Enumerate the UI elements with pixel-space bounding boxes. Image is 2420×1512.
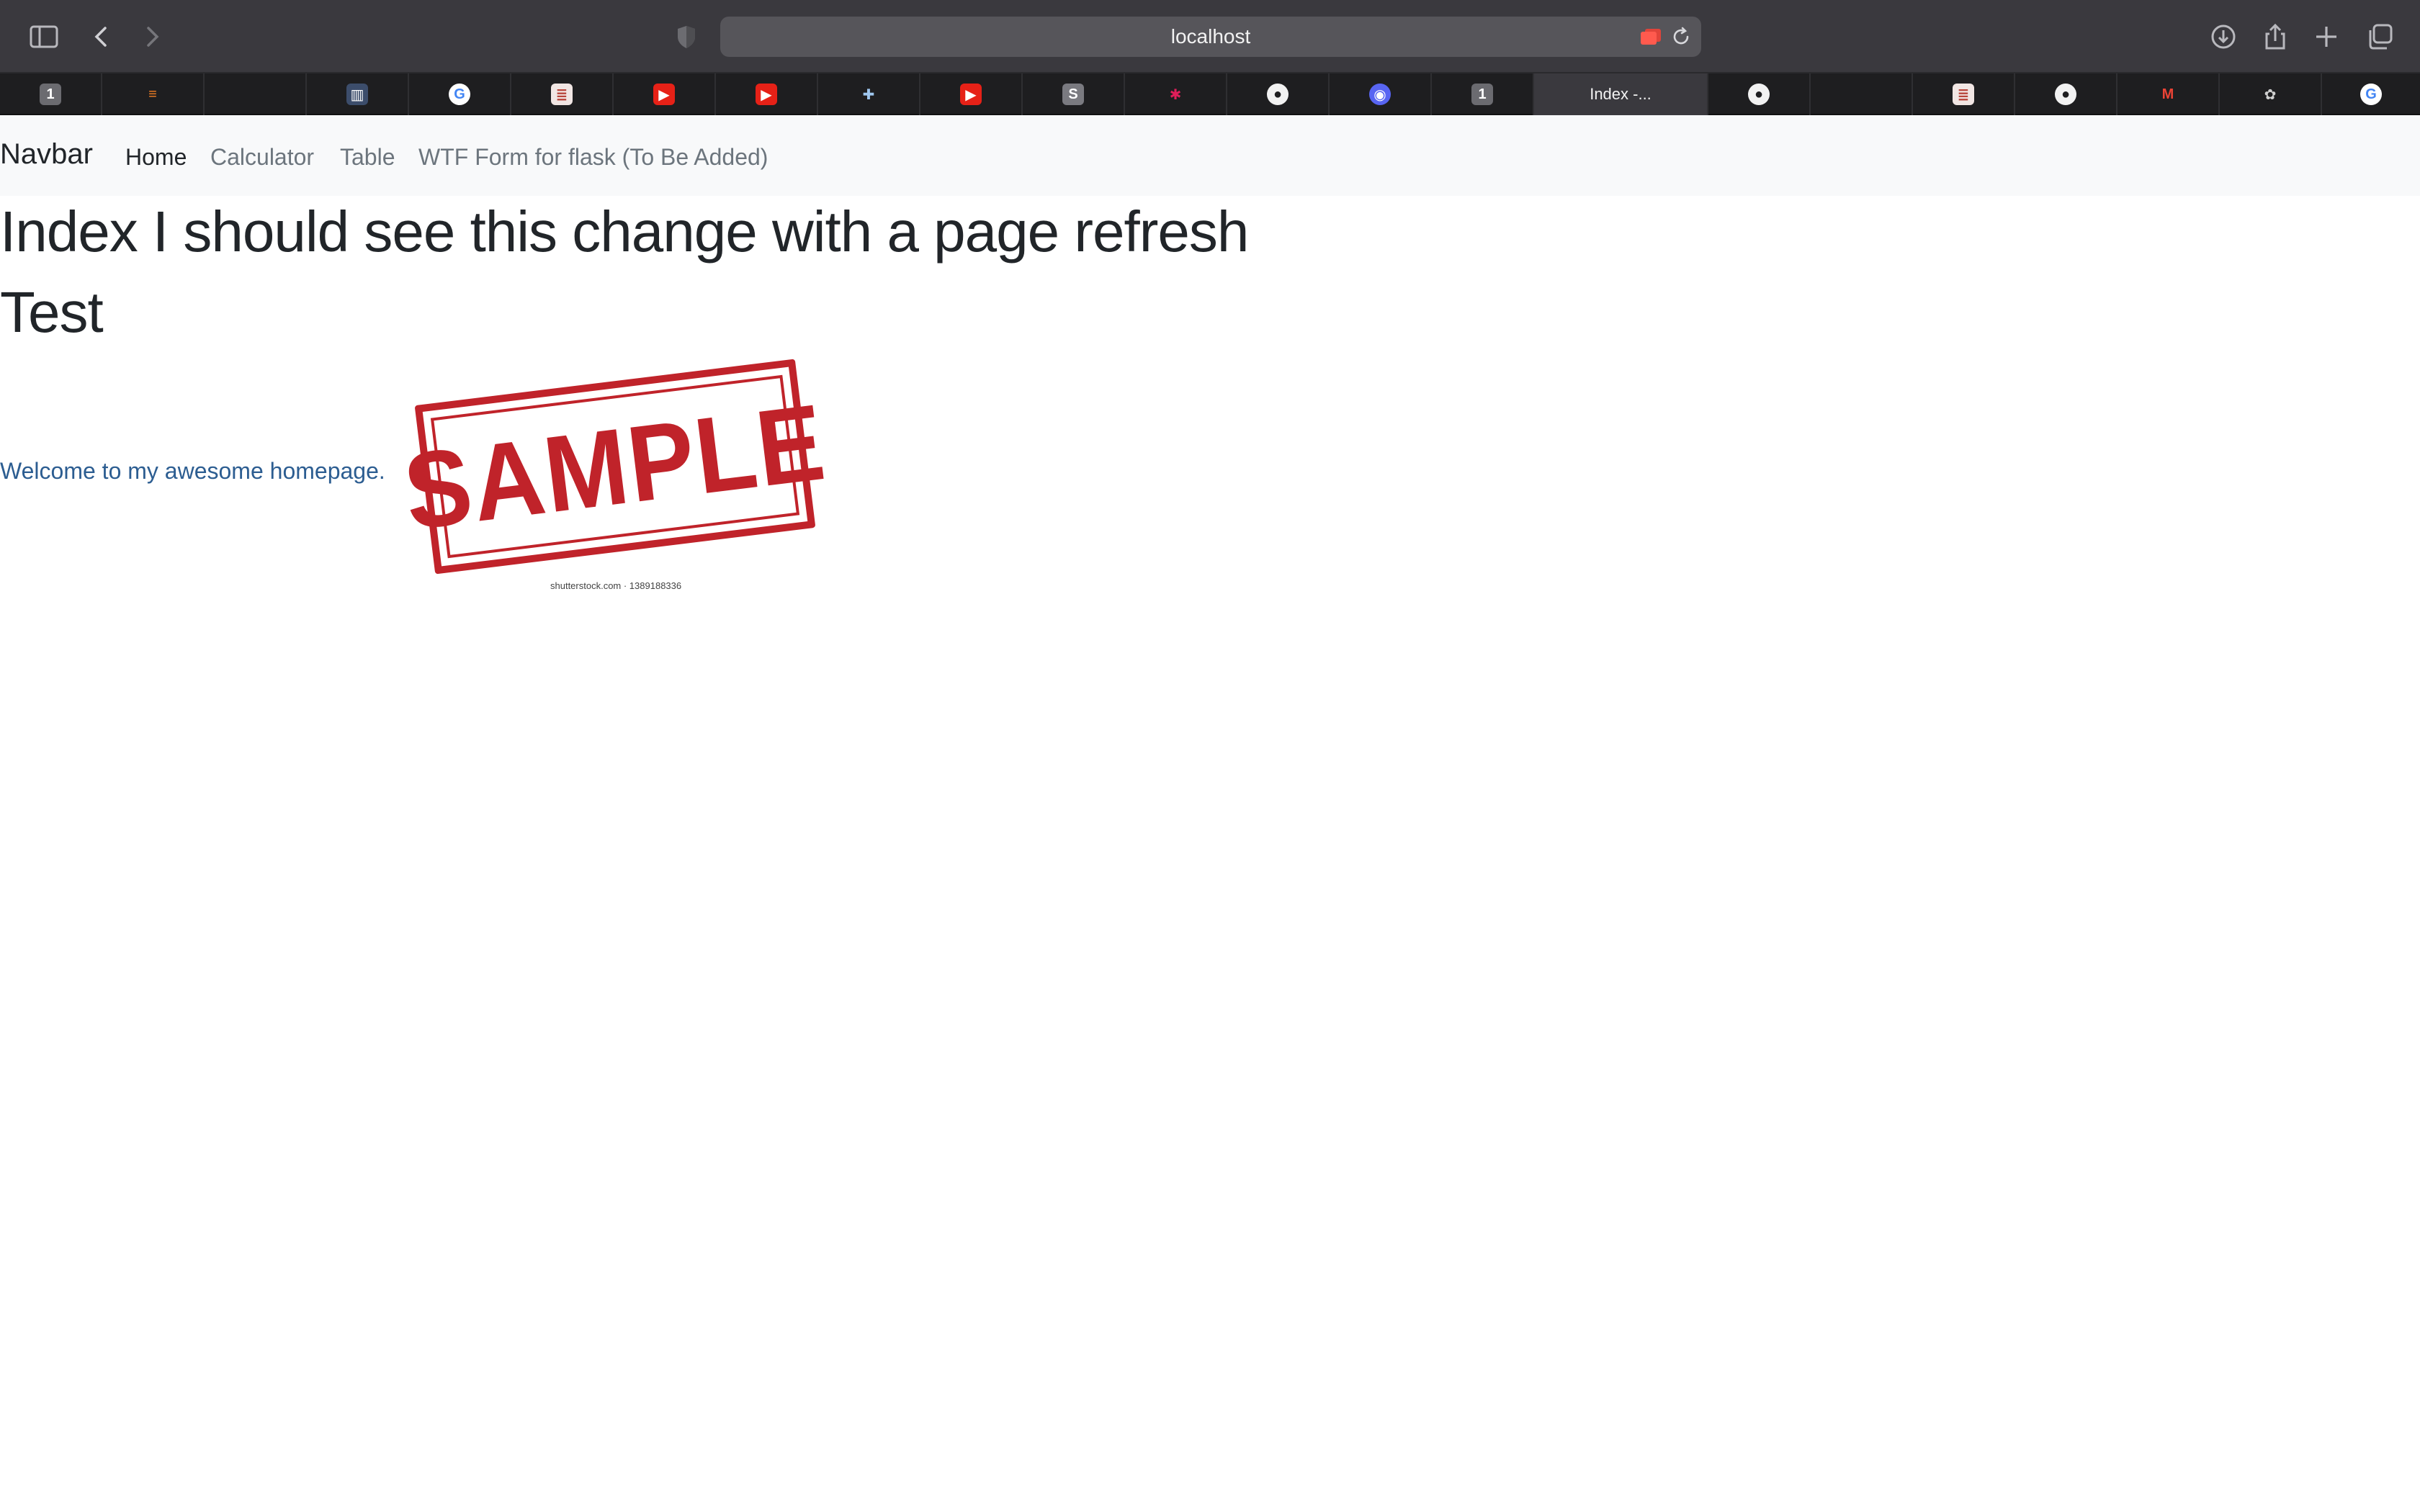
slack-icon: ✱ bbox=[1169, 86, 1182, 103]
tab[interactable]: ▥ bbox=[307, 73, 409, 115]
tab[interactable]: S bbox=[1023, 73, 1125, 115]
new-tab-icon[interactable] bbox=[2307, 17, 2346, 56]
stamp-text: SAMPLE bbox=[398, 380, 833, 552]
address-bar[interactable]: localhost bbox=[720, 17, 1701, 57]
forward-icon[interactable] bbox=[133, 17, 171, 56]
back-icon[interactable] bbox=[82, 17, 121, 56]
screen-recording-icon[interactable] bbox=[1639, 27, 1662, 46]
google-icon: G bbox=[2360, 84, 2382, 105]
active-tab-title: Index -... bbox=[1590, 85, 1652, 103]
tab[interactable]: M bbox=[2118, 73, 2220, 115]
downloads-icon[interactable] bbox=[2204, 17, 2243, 56]
gmail-icon: M bbox=[2161, 86, 2174, 102]
github-icon: ● bbox=[1267, 84, 1289, 105]
youtube-icon: ▶ bbox=[756, 84, 777, 105]
stamp-caption: shutterstock.com · 1389188336 bbox=[550, 580, 682, 591]
youtube-icon: ▶ bbox=[653, 84, 675, 105]
sample-stamp-image: SAMPLE bbox=[398, 359, 832, 575]
site-navbar: Navbar Home Calculator Table WTF Form fo… bbox=[0, 115, 2420, 196]
nyu-icon: ≣ bbox=[1953, 84, 1974, 105]
nav-link-calculator[interactable]: Calculator bbox=[210, 144, 314, 171]
tab[interactable]: ≡ bbox=[102, 73, 205, 115]
openai-icon: ✿ bbox=[2264, 86, 2277, 103]
columns-icon: ▥ bbox=[346, 84, 368, 105]
welcome-text: Welcome to my awesome homepage. bbox=[0, 458, 385, 484]
google-icon: G bbox=[449, 84, 470, 105]
navbar-brand[interactable]: Navbar bbox=[0, 138, 93, 171]
stamp-frame: SAMPLE bbox=[398, 359, 832, 575]
page-heading: Index I should see this change with a pa… bbox=[0, 199, 1249, 264]
tab-bar: 1 ≡ ▥ G ≣ ▶ ▶ ✚ ▶ S ✱ ● ◉ 1 Index -... ●… bbox=[0, 73, 2420, 115]
url-text[interactable]: localhost bbox=[720, 17, 1701, 57]
tab[interactable]: ● bbox=[1708, 73, 1811, 115]
tab[interactable]: ▶ bbox=[920, 73, 1023, 115]
nav-link-wtf-form[interactable]: WTF Form for flask (To Be Added) bbox=[418, 144, 768, 171]
stackoverflow-icon: ≡ bbox=[148, 86, 157, 102]
onepassword-icon: 1 bbox=[1471, 84, 1493, 105]
tab[interactable]: G bbox=[409, 73, 511, 115]
youtube-icon: ▶ bbox=[960, 84, 982, 105]
reload-icon[interactable] bbox=[1670, 25, 1693, 48]
tab[interactable]: ▶ bbox=[716, 73, 818, 115]
share-icon[interactable] bbox=[2256, 17, 2295, 56]
tab[interactable]: ▶ bbox=[614, 73, 716, 115]
tab[interactable]: 1 bbox=[1432, 73, 1534, 115]
tab[interactable] bbox=[1811, 73, 1913, 115]
github-icon: ● bbox=[1748, 84, 1770, 105]
tab[interactable]: ✱ bbox=[1125, 73, 1227, 115]
discord-icon: ◉ bbox=[1369, 84, 1391, 105]
tab[interactable]: 1 bbox=[0, 73, 102, 115]
tab-overview-icon[interactable] bbox=[2361, 17, 2400, 56]
tab[interactable]: G bbox=[2322, 73, 2420, 115]
github-icon: ● bbox=[2055, 84, 2076, 105]
tab[interactable]: ≣ bbox=[511, 73, 614, 115]
scribd-icon: S bbox=[1062, 84, 1084, 105]
nav-link-table[interactable]: Table bbox=[340, 144, 395, 171]
tab[interactable] bbox=[205, 73, 307, 115]
sidebar-toggle-icon[interactable] bbox=[24, 17, 63, 56]
browser-toolbar: localhost bbox=[0, 0, 2420, 73]
tab[interactable]: ≣ bbox=[1913, 73, 2015, 115]
nav-link-home[interactable]: Home bbox=[125, 144, 187, 171]
tab[interactable]: ✚ bbox=[818, 73, 920, 115]
tab-active[interactable]: Index -... bbox=[1534, 73, 1708, 115]
privacy-shield-icon[interactable] bbox=[667, 17, 706, 56]
tab[interactable]: ✿ bbox=[2220, 73, 2322, 115]
nyu-icon: ≣ bbox=[551, 84, 573, 105]
tab[interactable]: ◉ bbox=[1330, 73, 1432, 115]
tab[interactable]: ● bbox=[1227, 73, 1330, 115]
onepassword-icon: 1 bbox=[40, 84, 61, 105]
python-icon: ✚ bbox=[862, 86, 875, 103]
page-subheading: Test bbox=[0, 280, 104, 344]
tab[interactable]: ● bbox=[2015, 73, 2118, 115]
